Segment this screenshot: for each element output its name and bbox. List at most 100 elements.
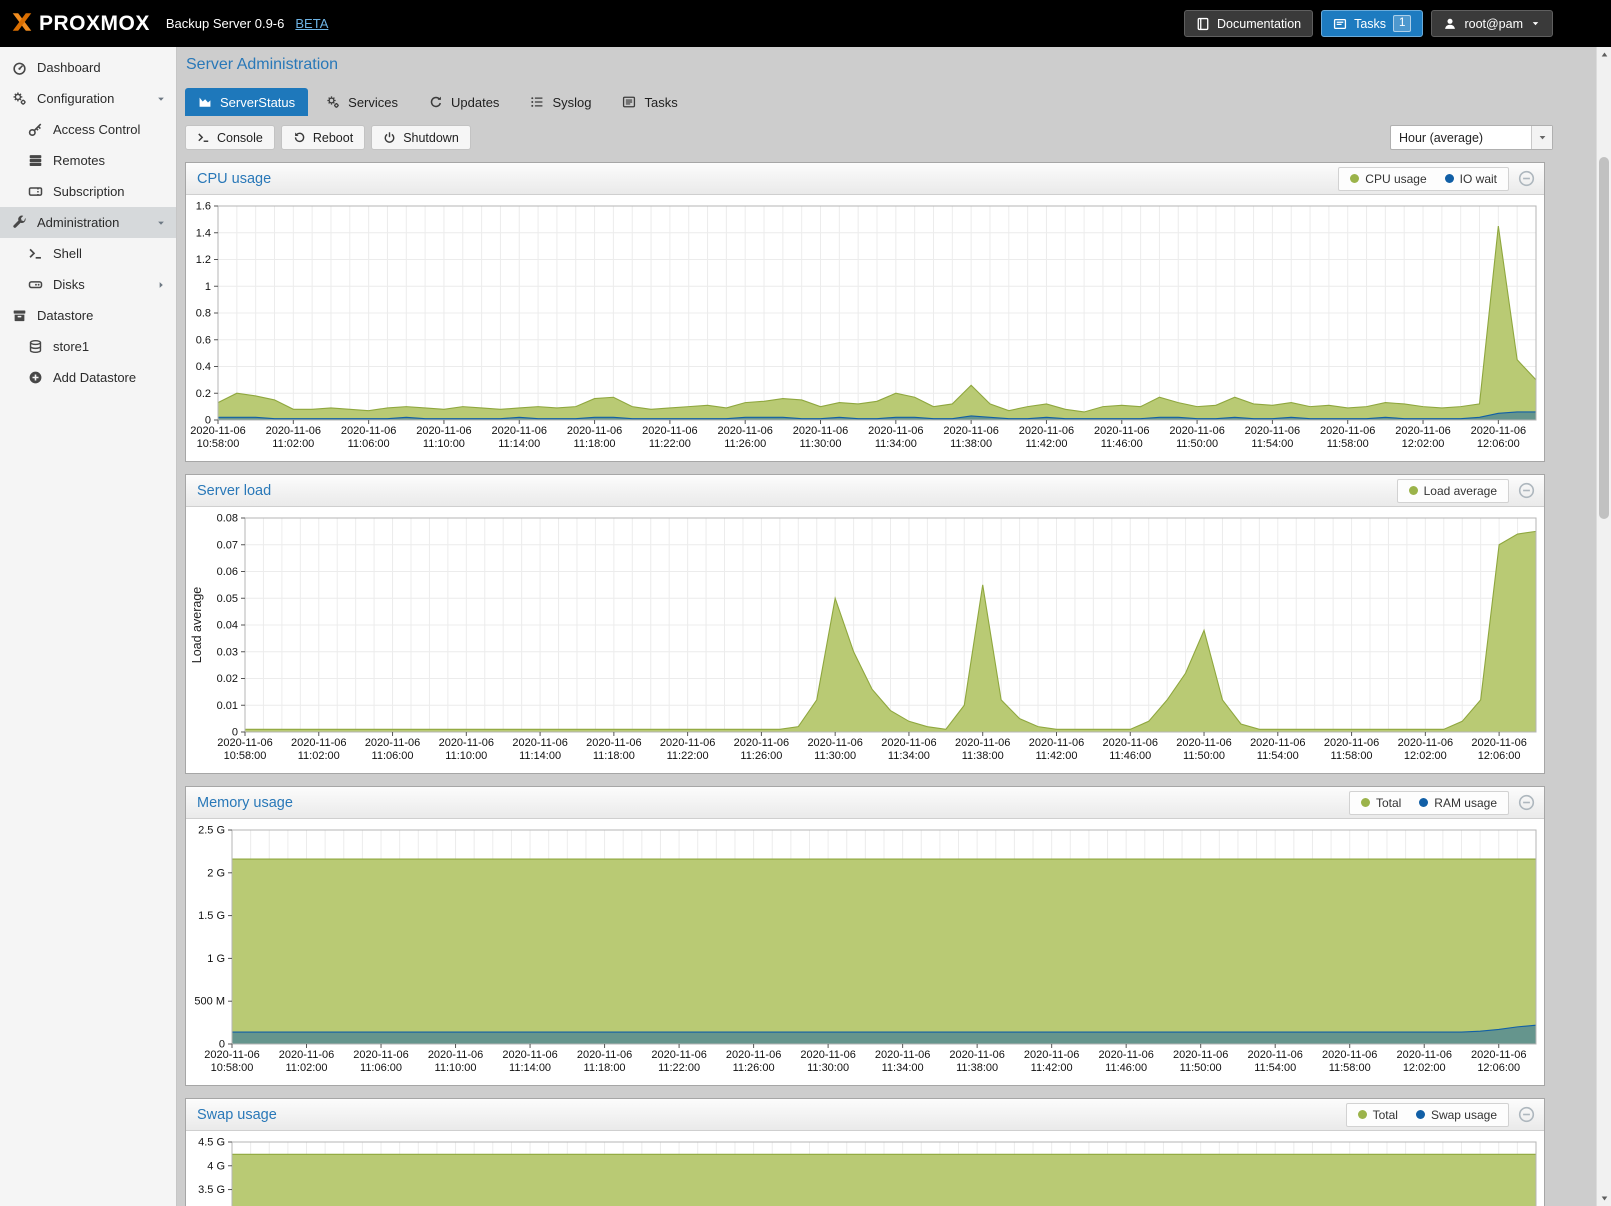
chevron-down-icon[interactable] — [155, 93, 167, 105]
sidebar-item-disks[interactable]: Disks — [0, 269, 176, 300]
collapse-panel-button[interactable] — [1518, 482, 1535, 499]
timeframe-select[interactable]: Hour (average) — [1390, 125, 1553, 150]
collapse-panel-button[interactable] — [1518, 170, 1535, 187]
svg-text:2020-11-06: 2020-11-06 — [1019, 425, 1074, 437]
svg-text:11:18:00: 11:18:00 — [584, 1062, 626, 1074]
svg-text:500 M: 500 M — [194, 996, 225, 1008]
svg-text:10:58:00: 10:58:00 — [211, 1062, 254, 1074]
svg-text:2020-11-06: 2020-11-06 — [279, 1049, 334, 1061]
server-icon — [28, 153, 44, 168]
svg-text:12:02:00: 12:02:00 — [1403, 1062, 1446, 1074]
tab-updates[interactable]: Updates — [416, 88, 512, 116]
svg-text:11:46:00: 11:46:00 — [1105, 1062, 1147, 1074]
svg-text:2020-11-06: 2020-11-06 — [341, 425, 396, 437]
svg-text:2020-11-06: 2020-11-06 — [365, 737, 420, 749]
undo-icon — [293, 131, 306, 144]
user-menu-button[interactable]: root@pam — [1431, 10, 1553, 37]
panel-title: Swap usage — [197, 1107, 277, 1123]
sidebar-item-dashboard[interactable]: Dashboard — [0, 52, 176, 83]
console-button[interactable]: Console — [185, 125, 275, 150]
legend-item-ram-usage: RAM usage — [1419, 796, 1497, 810]
svg-text:0.06: 0.06 — [217, 566, 238, 578]
tab-syslog[interactable]: Syslog — [517, 88, 604, 116]
svg-text:2020-11-06: 2020-11-06 — [1103, 737, 1158, 749]
svg-text:2020-11-06: 2020-11-06 — [955, 737, 1010, 749]
svg-text:11:30:00: 11:30:00 — [814, 750, 856, 762]
svg-text:0.8: 0.8 — [196, 308, 211, 320]
sidebar-item-datastore[interactable]: Datastore — [0, 300, 176, 331]
panel-body: 0500 M1 G1.5 G2 G2.5 G3 G3.5 G4 G4.5 G20… — [186, 1131, 1544, 1206]
memory-usage-chart: 0500 M1 G1.5 G2 G2.5 G2020-11-0610:58:00… — [186, 822, 1544, 1082]
svg-text:11:30:00: 11:30:00 — [800, 438, 842, 450]
panel-swap-usage: Swap usageTotalSwap usage0500 M1 G1.5 G2… — [185, 1098, 1545, 1206]
panel-memory-usage: Memory usageTotalRAM usage0500 M1 G1.5 G… — [185, 786, 1545, 1086]
svg-text:2020-11-06: 2020-11-06 — [949, 1049, 1004, 1061]
sidebar-item-configuration[interactable]: Configuration — [0, 83, 176, 114]
svg-text:0.02: 0.02 — [217, 673, 238, 685]
svg-text:2020-11-06: 2020-11-06 — [291, 737, 346, 749]
scrollbar-down-arrow[interactable] — [1597, 1191, 1611, 1206]
proxmox-logo[interactable]: PROXMOX — [10, 10, 150, 37]
svg-text:2 G: 2 G — [207, 867, 225, 879]
svg-text:11:34:00: 11:34:00 — [882, 1062, 924, 1074]
svg-text:2020-11-06: 2020-11-06 — [734, 737, 789, 749]
svg-text:2020-11-06: 2020-11-06 — [807, 737, 862, 749]
chevron-right-icon[interactable] — [155, 279, 167, 291]
sidebar-item-label: Remotes — [53, 153, 105, 168]
panel-header: Memory usageTotalRAM usage — [186, 787, 1544, 819]
svg-text:2020-11-06: 2020-11-06 — [1320, 425, 1375, 437]
collapse-panel-button[interactable] — [1518, 794, 1535, 811]
vertical-scrollbar[interactable] — [1596, 47, 1611, 1206]
svg-text:2020-11-06: 2020-11-06 — [1471, 425, 1526, 437]
tab-tasks[interactable]: Tasks — [609, 88, 690, 116]
sidebar-item-add-datastore[interactable]: Add Datastore — [0, 362, 176, 393]
svg-text:2020-11-06: 2020-11-06 — [577, 1049, 632, 1061]
svg-text:2020-11-06: 2020-11-06 — [1169, 425, 1224, 437]
svg-text:2020-11-06: 2020-11-06 — [266, 425, 321, 437]
sidebar-item-access-control[interactable]: Access Control — [0, 114, 176, 145]
legend-dot — [1361, 798, 1370, 807]
svg-text:11:34:00: 11:34:00 — [875, 438, 917, 450]
panel-body: 0500 M1 G1.5 G2 G2.5 G2020-11-0610:58:00… — [186, 819, 1544, 1085]
tab-serverstatus[interactable]: ServerStatus — [185, 88, 308, 116]
svg-text:11:58:00: 11:58:00 — [1329, 1062, 1371, 1074]
svg-text:11:14:00: 11:14:00 — [509, 1062, 551, 1074]
documentation-label: Documentation — [1217, 17, 1301, 31]
sidebar-item-administration[interactable]: Administration — [0, 207, 176, 238]
user-label: root@pam — [1464, 17, 1523, 31]
refresh-icon — [429, 95, 443, 109]
tasks-icon — [1333, 17, 1347, 31]
svg-text:10:58:00: 10:58:00 — [224, 750, 267, 762]
sidebar-item-label: Administration — [37, 215, 119, 230]
svg-text:11:14:00: 11:14:00 — [498, 438, 540, 450]
reboot-button[interactable]: Reboot — [281, 125, 365, 150]
scrollbar-up-arrow[interactable] — [1597, 47, 1611, 62]
svg-text:2020-11-06: 2020-11-06 — [1173, 1049, 1228, 1061]
svg-text:11:54:00: 11:54:00 — [1257, 750, 1299, 762]
sidebar-item-store1[interactable]: store1 — [0, 331, 176, 362]
beta-link[interactable]: BETA — [295, 16, 328, 31]
sidebar-item-label: Subscription — [53, 184, 125, 199]
svg-text:2020-11-06: 2020-11-06 — [217, 737, 272, 749]
svg-text:2020-11-06: 2020-11-06 — [717, 425, 772, 437]
legend-item-total: Total — [1358, 1108, 1398, 1122]
scrollbar-thumb[interactable] — [1599, 157, 1609, 519]
sidebar-item-subscription[interactable]: Subscription — [0, 176, 176, 207]
panel-header: Server loadLoad average — [186, 475, 1544, 507]
chevron-down-icon[interactable] — [155, 217, 167, 229]
tab-services[interactable]: Services — [313, 88, 411, 116]
svg-text:11:02:00: 11:02:00 — [272, 438, 314, 450]
sidebar-item-remotes[interactable]: Remotes — [0, 145, 176, 176]
collapse-panel-button[interactable] — [1518, 1106, 1535, 1123]
panel-title: Server load — [197, 483, 271, 499]
documentation-button[interactable]: Documentation — [1184, 10, 1313, 37]
legend-label: Total — [1373, 1108, 1398, 1122]
shutdown-button[interactable]: Shutdown — [371, 125, 471, 150]
tasks-button[interactable]: Tasks 1 — [1321, 10, 1423, 37]
svg-text:2020-11-06: 2020-11-06 — [651, 1049, 706, 1061]
svg-text:2020-11-06: 2020-11-06 — [642, 425, 697, 437]
legend-dot — [1350, 174, 1359, 183]
sidebar-item-shell[interactable]: Shell — [0, 238, 176, 269]
svg-text:0.04: 0.04 — [217, 620, 238, 632]
panel-server-load: Server loadLoad average00.010.020.030.04… — [185, 474, 1545, 774]
